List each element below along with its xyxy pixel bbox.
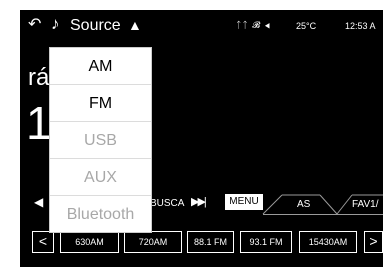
preset-button[interactable]: 15430AM xyxy=(299,231,357,253)
preset-next-button[interactable]: > xyxy=(364,231,383,253)
clock: 12:53 A xyxy=(345,21,376,31)
source-option-bluetooth: Bluetooth xyxy=(66,206,135,223)
source-option-usb: USB xyxy=(50,122,151,159)
tab-as[interactable]: AS xyxy=(297,199,310,210)
preset-button[interactable]: 630AM xyxy=(60,231,119,253)
preset-button[interactable]: 720AM xyxy=(124,231,182,253)
top-bar: ↶ ♪ Source ▲ ᛏᛏ 𝓑 ◀ 25°C 12:53 A xyxy=(20,10,383,42)
source-dropdown: AM FM USB AUX Bluetooth xyxy=(49,47,152,233)
source-option-aux: AUX xyxy=(50,159,151,196)
station-name: rá xyxy=(28,64,50,91)
source-option-am[interactable]: AM xyxy=(50,48,151,85)
preset-button[interactable]: 88.1 FM xyxy=(187,231,234,253)
preset-bar: < 630AM 720AM 88.1 FM 93.1 FM 15430AM > xyxy=(20,231,383,255)
source-option-fm[interactable]: FM xyxy=(50,85,151,122)
temperature: 25°C xyxy=(296,21,317,31)
music-note-icon: ♪ xyxy=(51,14,60,33)
status-icons: ᛏᛏ 𝓑 ◀ xyxy=(236,20,272,30)
back-icon[interactable]: ↶ xyxy=(28,16,41,34)
preset-prev-button[interactable]: < xyxy=(32,231,54,253)
preset-button[interactable]: 93.1 FM xyxy=(240,231,292,253)
caret-up-icon[interactable]: ▲ xyxy=(128,16,142,34)
tab-fav1[interactable]: FAV1/ xyxy=(352,199,379,210)
source-selector[interactable]: Source xyxy=(70,17,121,35)
radio-screen: ↶ ♪ Source ▲ ᛏᛏ 𝓑 ◀ 25°C 12:53 A rá 1 Z … xyxy=(20,10,383,267)
